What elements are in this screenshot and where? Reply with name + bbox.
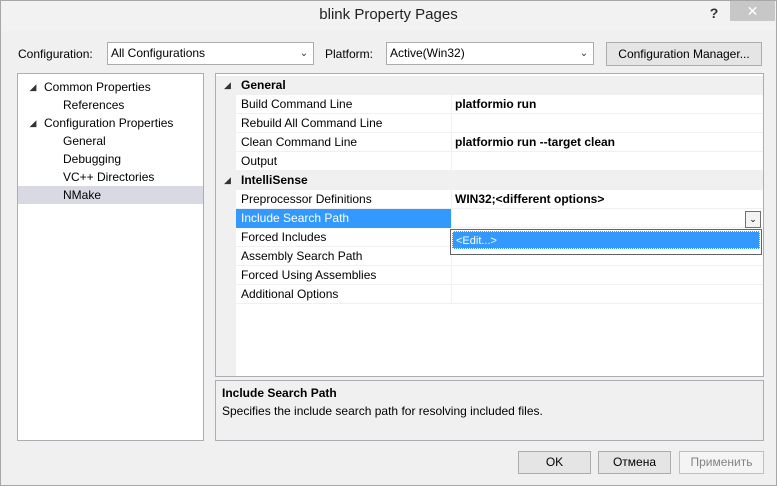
dropdown-item-edit[interactable]: <Edit...> [452,231,760,249]
property-name: Forced Using Assemblies [236,266,452,285]
row-margin [216,209,236,228]
property-row-additional-options[interactable]: Additional Options [216,285,763,304]
property-row-include-search-path[interactable]: Include Search Path [216,209,763,228]
category-intellisense[interactable]: ◢ IntelliSense [216,171,763,190]
configuration-value: All Configurations [111,46,206,60]
category-general[interactable]: ◢ General [216,76,763,95]
property-value[interactable] [452,266,763,285]
tree-item-label: Configuration Properties [44,116,174,130]
expanded-triangle-icon: ◢ [29,118,37,128]
property-value[interactable]: platformio run [452,95,763,114]
property-value[interactable] [452,285,763,304]
property-name: Additional Options [236,285,452,304]
row-margin [216,133,236,152]
description-title: Include Search Path [222,386,337,400]
property-row-build-command-line[interactable]: Build Command Line platformio run [216,95,763,114]
property-name: Preprocessor Definitions [236,190,452,209]
property-value[interactable] [452,152,763,171]
close-icon: ✕ [746,3,759,19]
property-row-forced-using-assemblies[interactable]: Forced Using Assemblies [216,266,763,285]
property-name: Assembly Search Path [236,247,452,266]
description-text: Specifies the include search path for re… [222,404,543,418]
title-bar: blink Property Pages ? ✕ [1,1,776,31]
property-name: Clean Command Line [236,133,452,152]
property-name: Include Search Path [236,209,452,228]
property-name: Output [236,152,452,171]
property-name: Build Command Line [236,95,452,114]
apply-button[interactable]: Применить [679,451,764,474]
tree-item-label: Debugging [63,152,122,166]
include-path-dropdown-button[interactable]: ⌄ [745,211,761,228]
ok-button[interactable]: OK [518,451,591,474]
row-margin [216,95,236,114]
row-margin [216,266,236,285]
property-row-rebuild-all-command-line[interactable]: Rebuild All Command Line [216,114,763,133]
tree-item-references[interactable]: References [18,96,203,114]
tree-item-vc-directories[interactable]: VC++ Directories [18,168,203,186]
chevron-down-icon: ⌄ [299,48,309,59]
row-margin [216,247,236,266]
tree-item-label: VC++ Directories [63,170,155,184]
property-grid: ◢ General Build Command Line platformio … [215,73,764,377]
platform-select[interactable]: Active(Win32) ⌄ [386,42,594,65]
tree-item-label: NMake [63,188,102,202]
row-margin [216,228,236,247]
configuration-manager-button[interactable]: Configuration Manager... [606,42,762,66]
property-pages-window: blink Property Pages ? ✕ Configuration: … [0,0,777,486]
configuration-label: Configuration: [18,47,93,61]
row-margin [216,152,236,171]
category-label: General [241,78,286,92]
platform-value: Active(Win32) [390,46,465,60]
property-name: Forced Includes [236,228,452,247]
property-value[interactable]: platformio run --target clean [452,133,763,152]
platform-label: Platform: [325,47,374,61]
description-panel: Include Search Path Specifies the includ… [215,380,764,441]
row-margin [216,190,236,209]
close-button[interactable]: ✕ [730,1,775,21]
include-path-dropdown-list: <Edit...> [450,229,762,255]
window-title: blink Property Pages [319,6,458,23]
property-value-editor[interactable] [452,209,763,228]
expanded-triangle-icon: ◢ [224,80,231,90]
tree-item-configuration-properties[interactable]: ◢ Configuration Properties [18,114,203,132]
tree-item-general[interactable]: General [18,132,203,150]
configuration-select[interactable]: All Configurations ⌄ [107,42,314,65]
tree-item-label: Common Properties [44,80,151,94]
property-row-preprocessor-definitions[interactable]: Preprocessor Definitions WIN32;<differen… [216,190,763,209]
cancel-button[interactable]: Отмена [598,451,671,474]
property-name: Rebuild All Command Line [236,114,452,133]
tree-item-label: General [63,134,106,148]
row-margin [216,114,236,133]
property-value[interactable]: WIN32;<different options> [452,190,763,209]
category-label: IntelliSense [241,173,308,187]
expanded-triangle-icon: ◢ [29,82,37,92]
expanded-triangle-icon: ◢ [224,175,231,185]
chevron-down-icon: ⌄ [579,48,589,59]
property-row-clean-command-line[interactable]: Clean Command Line platformio run --targ… [216,133,763,152]
grid-margin-filler [216,302,236,376]
tree-item-nmake[interactable]: NMake [18,186,203,204]
tree-item-debugging[interactable]: Debugging [18,150,203,168]
chevron-down-icon: ⌄ [749,214,757,224]
property-tree: ◢ Common Properties References ◢ Configu… [17,73,204,441]
tree-item-label: References [63,98,125,112]
tree-item-common-properties[interactable]: ◢ Common Properties [18,78,203,96]
help-button[interactable]: ? [701,3,727,23]
property-row-output[interactable]: Output [216,152,763,171]
property-value[interactable] [452,114,763,133]
